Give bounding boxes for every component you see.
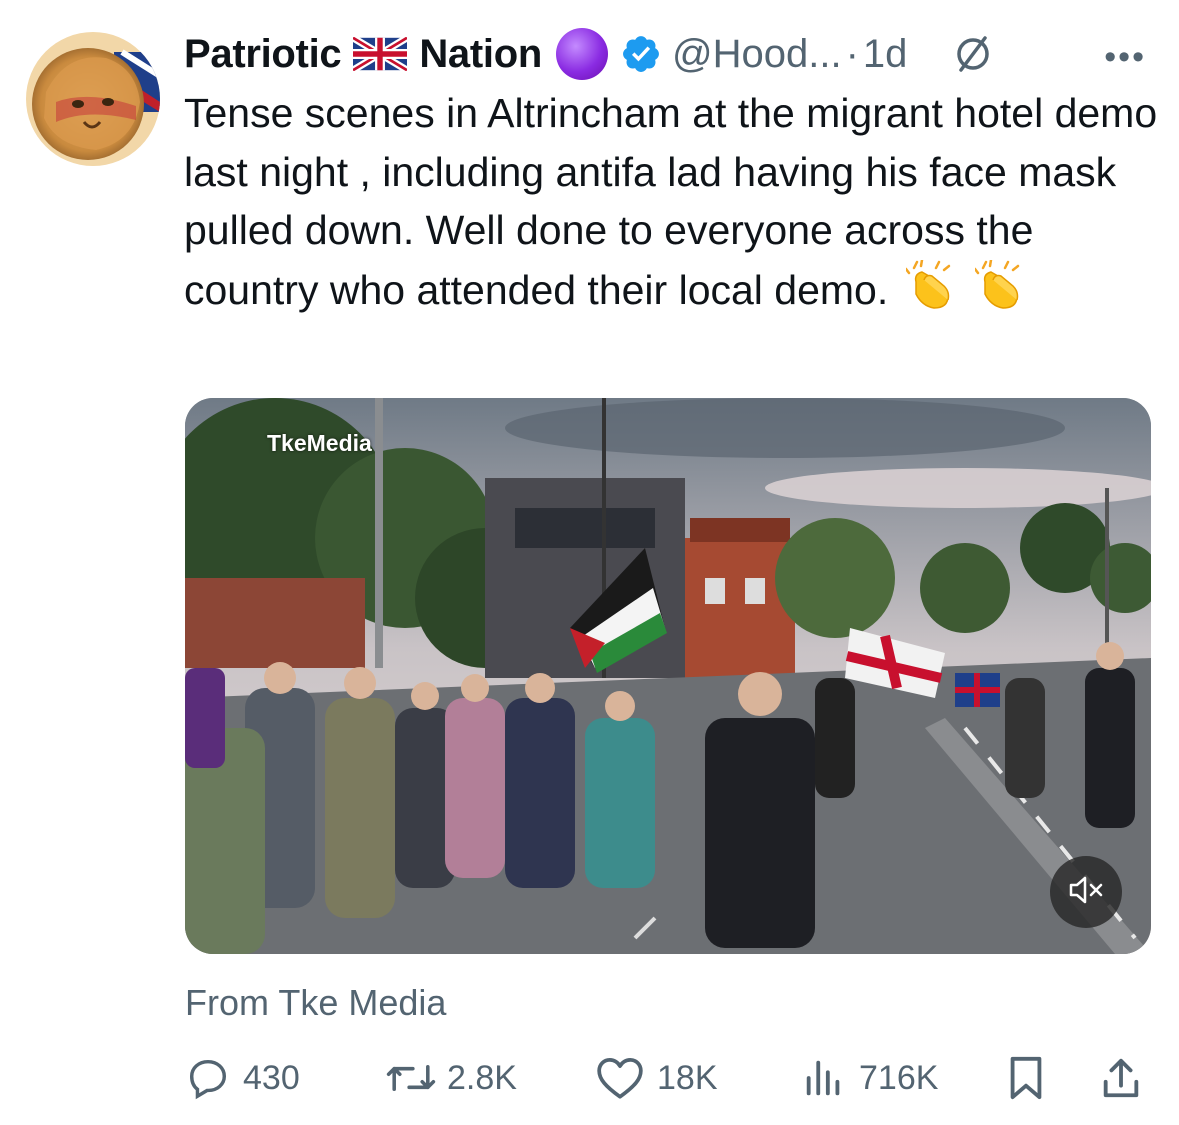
bookmark-button[interactable] — [1005, 1050, 1047, 1106]
like-count: 18K — [657, 1058, 718, 1097]
video-media[interactable]: TkeMedia — [185, 398, 1151, 954]
reply-button[interactable]: 430 — [185, 1050, 300, 1106]
heart-icon — [595, 1055, 645, 1101]
views-count: 716K — [859, 1058, 939, 1097]
empty-set-icon — [951, 32, 995, 76]
tweet-text: Tense scenes in Altrincham at the migran… — [184, 84, 1159, 325]
tweet-header: Patriotic Nation @Hood... · 1d ••• — [184, 26, 1154, 82]
like-button[interactable]: 18K — [595, 1050, 718, 1106]
media-watermark: TkeMedia — [267, 430, 372, 456]
reply-icon — [185, 1055, 231, 1101]
action-bar: 430 2.8K 18K 716K — [185, 1050, 1145, 1106]
views-button[interactable]: 716K — [801, 1050, 938, 1106]
user-handle[interactable]: @Hood... — [672, 32, 842, 77]
reply-count: 430 — [243, 1058, 300, 1097]
display-name-part1[interactable]: Patriotic — [184, 32, 342, 77]
display-name-part2[interactable]: Nation — [419, 32, 542, 77]
retweet-count: 2.8K — [447, 1058, 517, 1097]
clapping-hands-emoji — [973, 258, 1027, 326]
union-jack-flag-icon — [353, 37, 408, 71]
speaker-muted-icon — [1068, 875, 1104, 910]
purple-circle-emoji — [555, 28, 608, 80]
share-button[interactable] — [1099, 1050, 1143, 1106]
separator-dot: · — [845, 31, 859, 76]
bookmark-icon — [1005, 1055, 1047, 1101]
timestamp[interactable]: 1d — [863, 32, 908, 77]
media-source-link[interactable]: From Tke Media — [185, 982, 446, 1024]
retweet-icon — [383, 1055, 439, 1101]
retweet-button[interactable]: 2.8K — [383, 1050, 517, 1106]
avatar[interactable] — [26, 32, 160, 166]
more-options-button[interactable]: ••• — [1104, 38, 1146, 77]
clapping-hands-emoji — [904, 258, 958, 326]
views-icon — [801, 1055, 847, 1101]
mute-button[interactable] — [1050, 856, 1122, 928]
share-icon — [1099, 1055, 1143, 1101]
verified-badge-icon[interactable] — [620, 33, 662, 75]
